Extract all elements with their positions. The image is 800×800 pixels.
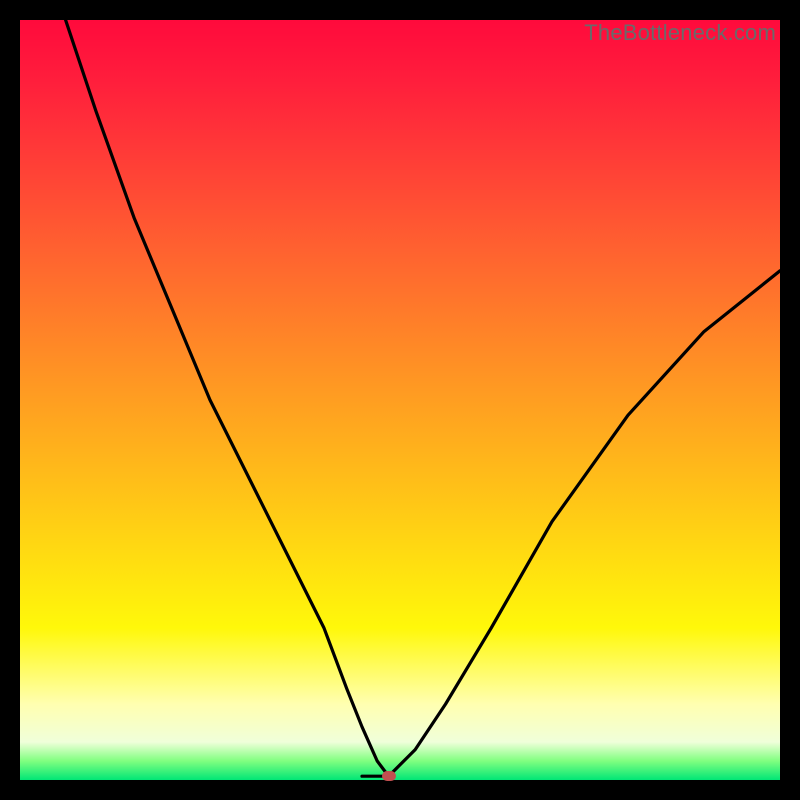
bottleneck-curve (20, 20, 780, 780)
chart-frame: TheBottleneck.com (20, 20, 780, 780)
watermark-text: TheBottleneck.com (584, 20, 776, 46)
minimum-marker (382, 771, 396, 781)
